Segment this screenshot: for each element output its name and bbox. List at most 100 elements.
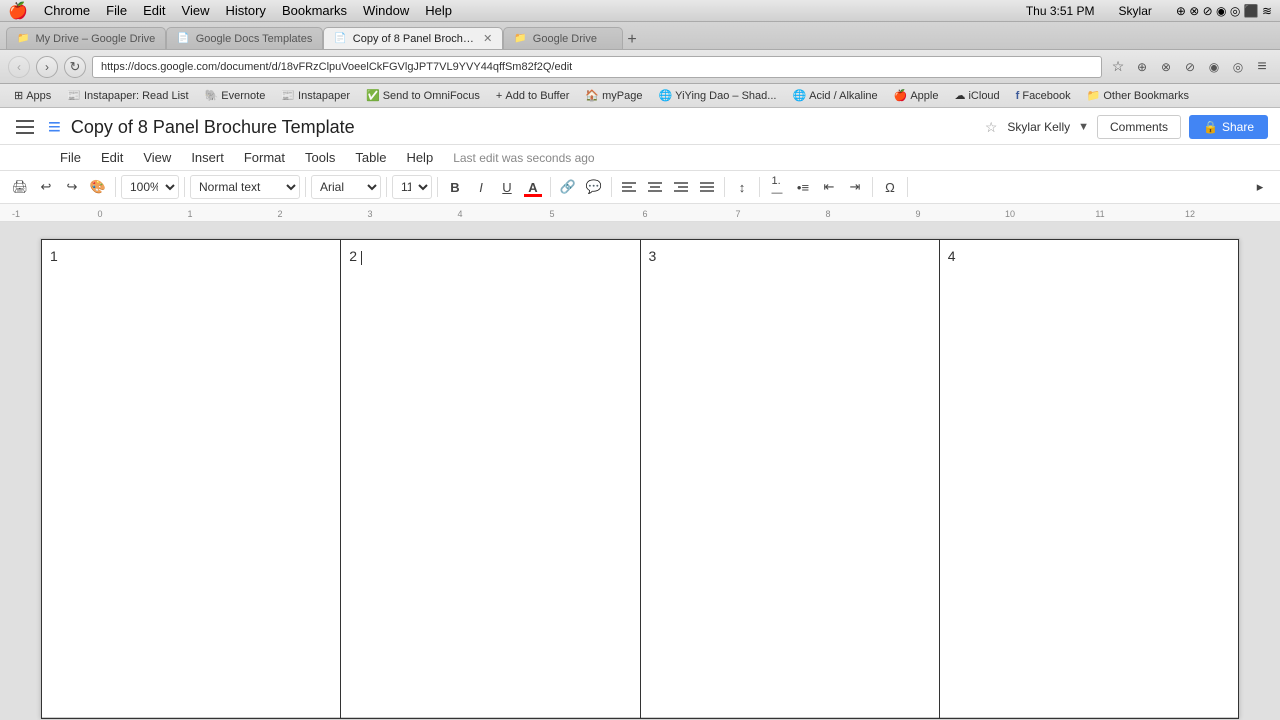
new-tab-button[interactable]: +	[627, 31, 636, 49]
align-left-button[interactable]	[617, 175, 641, 199]
back-button[interactable]: ‹	[8, 56, 30, 78]
align-center-button[interactable]	[643, 175, 667, 199]
ruler-mark-10: 10	[1005, 209, 1015, 219]
toolbar-divider-4	[386, 177, 387, 197]
bookmark-apps[interactable]: ⊞ Apps	[8, 87, 57, 104]
docs-logo: ≡	[48, 114, 61, 140]
justify-button[interactable]	[695, 175, 719, 199]
bookmark-icloud[interactable]: ☁ iCloud	[948, 87, 1005, 104]
font-select[interactable]: Arial	[311, 175, 381, 199]
table-row: 1 2 3 4	[42, 240, 1239, 719]
edit-menu[interactable]: Edit	[143, 3, 165, 18]
cell-number-1: 1	[50, 248, 58, 264]
help-menu[interactable]: Help	[425, 3, 452, 18]
tab-my-drive[interactable]: 📁 My Drive – Google Drive	[6, 27, 166, 49]
redo-button[interactable]: ↪	[60, 175, 84, 199]
bookmark-apple-label: Apple	[910, 90, 938, 102]
align-right-button[interactable]	[669, 175, 693, 199]
share-label: Share	[1222, 120, 1254, 134]
docs-view-menu[interactable]: View	[135, 147, 179, 168]
share-button[interactable]: 🔒 Share	[1189, 115, 1268, 139]
file-menu[interactable]: File	[106, 3, 127, 18]
bookmark-instapaper-read[interactable]: 📰 Instapaper: Read List	[61, 87, 194, 104]
indent-decrease-button[interactable]: ⇤	[817, 175, 841, 199]
docs-insert-menu[interactable]: Insert	[183, 147, 232, 168]
tab-gdrive[interactable]: 📁 Google Drive	[503, 27, 623, 49]
toolbar-divider-6	[550, 177, 551, 197]
menu-button[interactable]: ≡	[1252, 58, 1272, 76]
bold-button[interactable]: B	[443, 175, 467, 199]
line-spacing-button[interactable]: ↕	[730, 175, 754, 199]
justify-icon	[700, 181, 714, 193]
bookmark-instapaper[interactable]: 📰 Instapaper	[275, 87, 356, 104]
chrome-menu[interactable]: Chrome	[44, 3, 90, 18]
special-chars-button[interactable]: Ω	[878, 175, 902, 199]
docs-title[interactable]: Copy of 8 Panel Brochure Template	[71, 117, 971, 138]
style-select[interactable]: Normal text	[190, 175, 300, 199]
bookmark-buffer[interactable]: + Add to Buffer	[490, 88, 575, 104]
docs-file-menu[interactable]: File	[52, 147, 89, 168]
font-size-select[interactable]: 11	[392, 175, 432, 199]
doc-page: 1 2 3 4	[40, 238, 1240, 718]
reload-button[interactable]: ↻	[64, 56, 86, 78]
paint-format-button[interactable]: 🎨	[86, 175, 110, 199]
table-cell-4[interactable]: 4	[939, 240, 1238, 719]
docs-edit-menu[interactable]: Edit	[93, 147, 131, 168]
instapaper-icon: 📰	[281, 89, 295, 102]
underline-button[interactable]: U	[495, 175, 519, 199]
apple-menu[interactable]: 🍎	[8, 1, 28, 21]
toolbar-divider-5	[437, 177, 438, 197]
docs-tools-menu[interactable]: Tools	[297, 147, 343, 168]
ruler-inner: -1 0 1 2 3 4 5 6 7 8 9 10 11 12	[0, 204, 1280, 221]
docs-body[interactable]: 1 2 3 4	[0, 222, 1280, 720]
bookmark-omnifocus[interactable]: ✅ Send to OmniFocus	[360, 87, 486, 104]
table-cell-1[interactable]: 1	[42, 240, 341, 719]
indent-increase-button[interactable]: ⇥	[843, 175, 867, 199]
print-button[interactable]: 🖨	[8, 175, 32, 199]
view-menu[interactable]: View	[182, 3, 210, 18]
table-cell-3[interactable]: 3	[640, 240, 939, 719]
address-bar[interactable]: https://docs.google.com/document/d/18vFR…	[92, 56, 1102, 78]
bulleted-list-button[interactable]: •≡	[791, 175, 815, 199]
bookmark-evernote[interactable]: 🐘 Evernote	[199, 87, 272, 104]
docs-star-icon[interactable]: ☆	[985, 119, 998, 136]
star-icon[interactable]: ☆	[1108, 58, 1128, 75]
zoom-select[interactable]: 100%	[121, 175, 179, 199]
bookmarks-menu[interactable]: Bookmarks	[282, 3, 347, 18]
table-cell-2[interactable]: 2	[341, 240, 640, 719]
forward-button[interactable]: ›	[36, 56, 58, 78]
toolbar-divider-7	[611, 177, 612, 197]
docs-table-menu[interactable]: Table	[347, 147, 394, 168]
bookmark-mypage[interactable]: 🏠 myPage	[579, 87, 648, 104]
tab-brochure[interactable]: 📄 Copy of 8 Panel Brochure ✕	[323, 27, 503, 49]
comments-button[interactable]: Comments	[1097, 115, 1181, 139]
nav-icons: ☆ ⊕ ⊗ ⊘ ◉ ◎ ≡	[1108, 58, 1272, 76]
numbered-list-button[interactable]: 1.—	[765, 175, 789, 199]
bookmark-apple[interactable]: 🍎 Apple	[888, 87, 945, 104]
bookmark-facebook[interactable]: f Facebook	[1010, 88, 1077, 104]
docs-help-menu[interactable]: Help	[398, 147, 441, 168]
chevron-down-icon[interactable]: ▼	[1078, 121, 1089, 133]
extension-icon-5[interactable]: ◎	[1228, 60, 1248, 74]
extension-icon-2[interactable]: ⊗	[1156, 60, 1176, 74]
bookmark-yiying[interactable]: 🌐 YiYing Dao – Shad...	[652, 87, 782, 104]
extension-icon-3[interactable]: ⊘	[1180, 60, 1200, 74]
undo-button[interactable]: ↩	[34, 175, 58, 199]
docs-format-menu[interactable]: Format	[236, 147, 293, 168]
history-menu[interactable]: History	[225, 3, 265, 18]
tab-templates[interactable]: 📄 Google Docs Templates	[166, 27, 323, 49]
expand-toolbar-button[interactable]: ▸	[1248, 175, 1272, 199]
nav-bar: ‹ › ↻ https://docs.google.com/document/d…	[0, 50, 1280, 84]
italic-button[interactable]: I	[469, 175, 493, 199]
text-color-button[interactable]: A	[521, 175, 545, 199]
link-button[interactable]: 🔗	[556, 175, 580, 199]
window-menu[interactable]: Window	[363, 3, 409, 18]
tab-close-3[interactable]: ✕	[483, 32, 492, 45]
comment-button[interactable]: 💬	[582, 175, 606, 199]
facebook-icon: f	[1016, 90, 1020, 102]
extension-icon-4[interactable]: ◉	[1204, 60, 1224, 74]
bookmark-other[interactable]: 📁 Other Bookmarks	[1081, 87, 1195, 104]
docs-hamburger-button[interactable]	[12, 114, 38, 140]
bookmark-acid[interactable]: 🌐 Acid / Alkaline	[786, 87, 883, 104]
extension-icon-1[interactable]: ⊕	[1132, 60, 1152, 74]
